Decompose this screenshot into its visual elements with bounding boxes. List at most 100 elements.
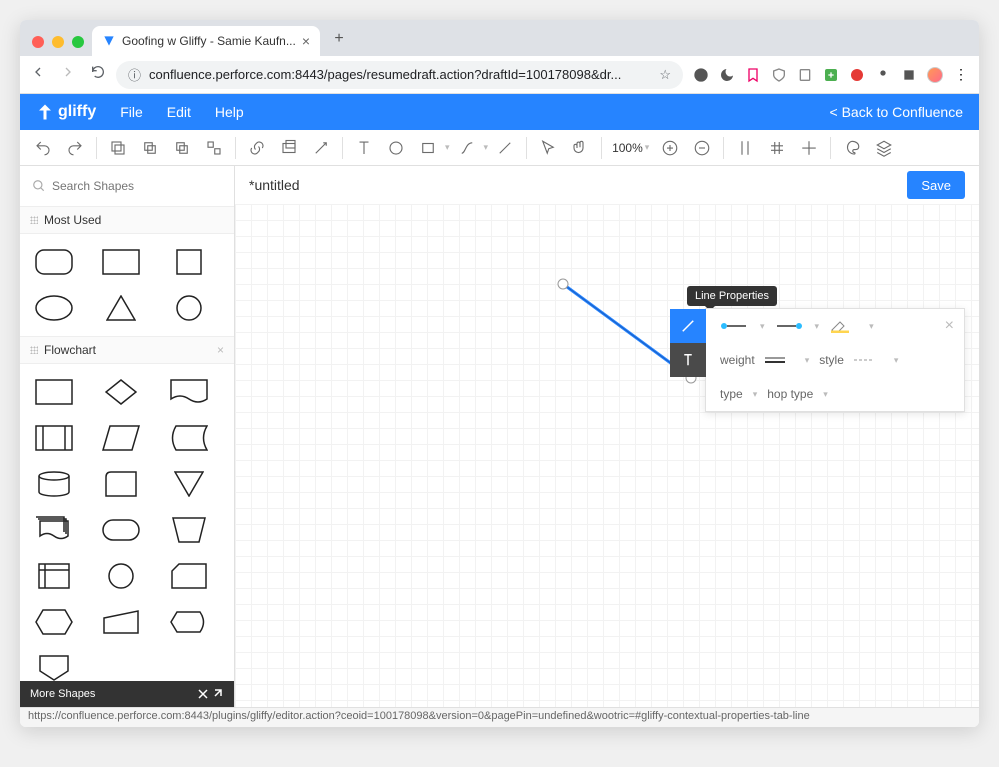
undo-button[interactable] [28, 133, 58, 163]
shape-internal-storage[interactable] [97, 466, 145, 502]
menu-edit[interactable]: Edit [167, 104, 191, 120]
app-body: Most Used Flowchart × [20, 166, 979, 707]
rect-button[interactable] [413, 133, 443, 163]
section-most-used[interactable]: Most Used [20, 206, 234, 234]
back-button[interactable] [30, 64, 46, 85]
shape-manual-op[interactable] [165, 512, 213, 548]
redo-button[interactable] [60, 133, 90, 163]
line-properties-popup: × ▾ ▾ ▾ weight ▾ style ▾ [705, 308, 965, 412]
address-bar[interactable]: ⓘ confluence.perforce.com:8443/pages/res… [116, 61, 683, 89]
snap-button[interactable] [794, 133, 824, 163]
menu-help[interactable]: Help [215, 104, 244, 120]
text-tab[interactable] [670, 343, 706, 377]
minimize-window-button[interactable] [52, 36, 64, 48]
shape-rounded-rect[interactable] [30, 244, 78, 280]
zoom-out-button[interactable] [687, 133, 717, 163]
zoom-level[interactable]: 100%▾ [608, 141, 653, 155]
weight-select[interactable] [765, 353, 795, 367]
shape-display[interactable] [165, 604, 213, 640]
end-arrow-select[interactable] [775, 319, 805, 333]
shield-ext-icon[interactable] [771, 67, 787, 83]
more-shapes-button[interactable]: More Shapes [20, 681, 234, 707]
shape-process[interactable] [30, 374, 78, 410]
browser-tab[interactable]: Goofing w Gliffy - Samie Kaufn... × [92, 26, 320, 56]
shape-multi-doc[interactable] [30, 512, 78, 548]
maximize-window-button[interactable] [72, 36, 84, 48]
square-ext-icon[interactable] [901, 67, 917, 83]
style-select[interactable] [854, 353, 884, 367]
close-window-button[interactable] [32, 36, 44, 48]
search-shapes-input[interactable] [24, 170, 230, 202]
line-properties-tooltip: Line Properties [687, 286, 777, 306]
zoom-in-button[interactable] [655, 133, 685, 163]
section-flowchart[interactable]: Flowchart × [20, 336, 234, 364]
site-info-icon[interactable]: ⓘ [128, 65, 141, 84]
gliffy-logo[interactable]: gliffy [36, 103, 96, 121]
save-button[interactable]: Save [907, 171, 965, 199]
shape-decision[interactable] [97, 374, 145, 410]
reload-button[interactable] [90, 64, 106, 85]
pinterest-ext-icon[interactable] [693, 67, 709, 83]
canvas[interactable]: Line Properties × [235, 204, 979, 707]
plus-ext-icon[interactable] [823, 67, 839, 83]
shape-terminator[interactable] [97, 512, 145, 548]
theme-button[interactable] [837, 133, 867, 163]
shape-predefined[interactable] [30, 420, 78, 456]
connector-dropdown-caret[interactable]: ▾ [484, 142, 489, 153]
grid-button[interactable] [762, 133, 792, 163]
line-style-row: weight ▾ style ▾ [706, 343, 964, 377]
shape-internal[interactable] [30, 558, 78, 594]
pan-button[interactable] [565, 133, 595, 163]
bookmark-ext-icon[interactable] [745, 67, 761, 83]
shape-rect[interactable] [97, 244, 145, 280]
pin-ext-icon[interactable] [875, 67, 891, 83]
menu-file[interactable]: File [120, 104, 143, 120]
bring-front-button[interactable] [135, 133, 165, 163]
line-tab[interactable] [670, 309, 706, 343]
forward-button[interactable] [60, 64, 76, 85]
shape-database[interactable] [30, 466, 78, 502]
note-ext-icon[interactable] [797, 67, 813, 83]
shape-extract[interactable] [165, 466, 213, 502]
document-title: *untitled [249, 177, 300, 193]
shape-ellipse[interactable] [30, 290, 78, 326]
grid-lines-button[interactable] [730, 133, 760, 163]
line-button[interactable] [490, 133, 520, 163]
shape-offpage[interactable] [30, 650, 78, 681]
shape-connector[interactable] [97, 558, 145, 594]
shape-square[interactable] [165, 244, 213, 280]
pointer-button[interactable] [533, 133, 563, 163]
shape-data[interactable] [97, 420, 145, 456]
bookmark-star-icon[interactable]: ☆ [659, 67, 671, 83]
shape-circle[interactable] [165, 290, 213, 326]
line-start-handle[interactable] [558, 279, 568, 289]
connector-button[interactable] [452, 133, 482, 163]
profile-avatar[interactable] [927, 67, 943, 83]
moon-ext-icon[interactable] [719, 67, 735, 83]
shape-document[interactable] [165, 374, 213, 410]
red-ext-icon[interactable] [849, 67, 865, 83]
link-button[interactable] [242, 133, 272, 163]
close-popup-button[interactable]: × [945, 317, 954, 335]
magic-button[interactable] [306, 133, 336, 163]
back-to-confluence-link[interactable]: < Back to Confluence [830, 104, 963, 120]
send-back-button[interactable] [167, 133, 197, 163]
new-tab-button[interactable]: + [326, 26, 352, 52]
close-tab-button[interactable]: × [302, 33, 310, 49]
shape-dropdown-caret[interactable]: ▾ [445, 142, 450, 153]
start-arrow-select[interactable] [720, 319, 750, 333]
shape-preparation[interactable] [30, 604, 78, 640]
popup-button[interactable] [274, 133, 304, 163]
shape-manual-input[interactable] [97, 604, 145, 640]
group-button[interactable] [199, 133, 229, 163]
shape-card[interactable] [165, 558, 213, 594]
shape-triangle[interactable] [97, 290, 145, 326]
ellipse-button[interactable] [381, 133, 411, 163]
text-button[interactable] [349, 133, 379, 163]
shape-stored-data[interactable] [165, 420, 213, 456]
browser-menu-button[interactable]: ⋮ [953, 67, 969, 83]
close-section-button[interactable]: × [217, 343, 224, 357]
copy-button[interactable] [103, 133, 133, 163]
layers-button[interactable] [869, 133, 899, 163]
line-color-select[interactable] [829, 319, 859, 333]
